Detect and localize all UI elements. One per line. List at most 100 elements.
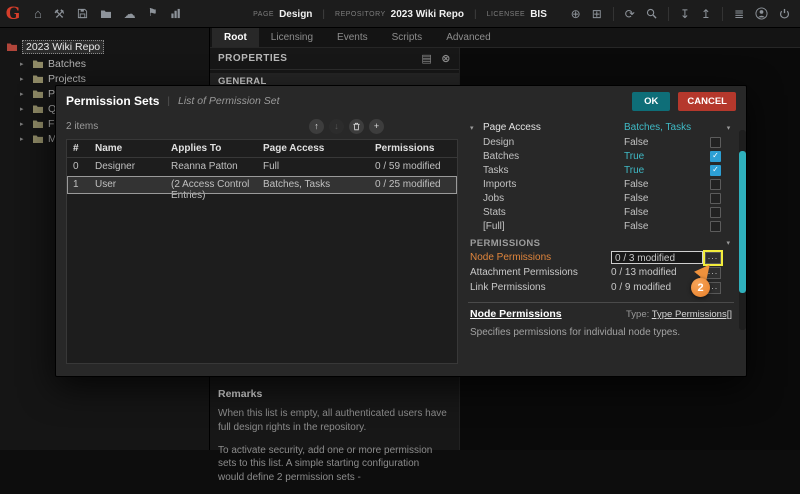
chevron-down-icon[interactable]: ▾ — [721, 239, 736, 247]
row-value: False — [624, 221, 710, 232]
batches-checkbox[interactable]: ✓ — [710, 151, 721, 162]
expand-icon[interactable]: ▸ — [20, 105, 28, 113]
expand-icon[interactable]: ▸ — [20, 90, 28, 98]
page-access-row-design[interactable]: Design False — [466, 135, 736, 149]
design-checkbox[interactable] — [710, 137, 721, 148]
expand-icon[interactable]: ▸ — [20, 60, 28, 68]
move-up-button[interactable]: ↑ — [309, 119, 324, 134]
permission-detail-panel: ▾ Page Access Batches, Tasks ▾ Design Fa… — [466, 120, 736, 364]
row-label: Attachment Permissions — [470, 267, 611, 278]
refresh-icon[interactable]: ⟳ — [625, 8, 635, 20]
page-access-row-jobs[interactable]: Jobs False — [466, 191, 736, 205]
close-properties-icon[interactable]: ⊗ — [441, 52, 451, 65]
permissions-section-header[interactable]: PERMISSIONS ▾ — [466, 236, 736, 250]
row-value: 0 / 13 modified — [611, 266, 705, 279]
top-bar: G ⌂ ⚒ ☁ ⚑ PAGE Design | REPOSITORY 2023 … — [0, 0, 800, 28]
collapse-icon[interactable]: ▾ — [470, 124, 483, 132]
row-label: Batches — [483, 151, 624, 162]
group-label: Page Access — [483, 122, 624, 133]
licensee-value[interactable]: BIS — [530, 9, 547, 20]
row-value: False — [624, 137, 710, 148]
page-access-row-stats[interactable]: Stats False — [466, 205, 736, 219]
chart-icon[interactable] — [170, 8, 181, 19]
row-value: False — [624, 179, 710, 190]
sidebar-item-projects[interactable]: ▸ Projects — [0, 71, 209, 86]
cell-applies-to: (2 Access Control Entries) — [171, 179, 263, 201]
tasks-checkbox[interactable]: ✓ — [710, 165, 721, 176]
row-label: Stats — [483, 207, 624, 218]
tab-scripts[interactable]: Scripts — [380, 28, 435, 47]
folder-icon[interactable] — [100, 9, 112, 19]
divider: | — [322, 9, 325, 20]
page-access-row-batches[interactable]: Batches True ✓ — [466, 149, 736, 163]
table-row-designer[interactable]: 0 Designer Reanna Patton Full 0 / 59 mod… — [67, 158, 457, 176]
folder-icon — [32, 89, 44, 99]
save-properties-icon[interactable]: ▤ — [421, 52, 432, 65]
type-permissions-link[interactable]: Type Permissions[] — [652, 309, 732, 320]
delete-button[interactable] — [349, 119, 364, 134]
chevron-down-icon[interactable]: ▾ — [721, 124, 736, 132]
jobs-checkbox[interactable] — [710, 193, 721, 204]
row-value: True — [624, 151, 710, 162]
user-icon[interactable] — [755, 7, 768, 20]
cell-permissions: 0 / 59 modified — [375, 161, 451, 173]
apps-grid-icon[interactable]: ⊞ — [592, 8, 602, 20]
page-access-row-tasks[interactable]: Tasks True ✓ — [466, 163, 736, 177]
power-icon[interactable] — [779, 8, 790, 20]
tab-licensing[interactable]: Licensing — [259, 28, 325, 47]
row-value: True — [624, 165, 710, 176]
table-row-user[interactable]: 1 User (2 Access Control Entries) Batche… — [67, 176, 457, 194]
app-logo[interactable]: G — [0, 1, 26, 27]
list-toolbar-row: 2 items ↑ ↓ + — [66, 118, 458, 135]
save-icon[interactable] — [77, 8, 88, 19]
dialog-header: Permission Sets | List of Permission Set… — [56, 86, 746, 116]
group-value: Batches, Tasks — [624, 122, 721, 133]
page-access-row-full[interactable]: [Full] False — [466, 219, 736, 233]
upload-icon[interactable]: ↥ — [701, 8, 711, 20]
flag-icon[interactable]: ⚑ — [148, 8, 158, 19]
sidebar-item-batches[interactable]: ▸ Batches — [0, 56, 209, 71]
attachment-permissions-ellipsis-button[interactable]: ... — [705, 267, 721, 279]
type-label: Type: Type Permissions[] — [626, 309, 732, 320]
imports-checkbox[interactable] — [710, 179, 721, 190]
licensee-label: LICENSEE — [487, 11, 526, 18]
page-value[interactable]: Design — [279, 9, 312, 20]
node-permissions-ellipsis-button[interactable]: ... — [705, 252, 721, 264]
list-toolbar: ↑ ↓ + — [309, 119, 384, 134]
permission-row-attachment[interactable]: Attachment Permissions 0 / 13 modified .… — [466, 265, 736, 280]
tools-icon[interactable]: ⚒ — [54, 8, 65, 20]
tab-events[interactable]: Events — [325, 28, 380, 47]
add-item-button[interactable]: + — [369, 119, 384, 134]
home-icon[interactable]: ⌂ — [34, 7, 42, 20]
layers-icon[interactable]: ≣ — [734, 8, 744, 20]
stats-checkbox[interactable] — [710, 207, 721, 218]
dialog-title: Permission Sets — [66, 94, 159, 108]
download-icon[interactable]: ↧ — [680, 8, 690, 20]
detail-scrollbar[interactable] — [739, 130, 746, 330]
tab-advanced[interactable]: Advanced — [434, 28, 502, 47]
expand-icon[interactable]: ▸ — [20, 120, 28, 128]
expand-icon[interactable]: ▸ — [20, 75, 28, 83]
cancel-button[interactable]: CANCEL — [678, 92, 736, 111]
page-label: PAGE — [253, 11, 274, 18]
tab-root[interactable]: Root — [212, 28, 259, 47]
expand-icon[interactable]: ▸ — [20, 135, 28, 143]
divider: | — [167, 96, 170, 107]
folder-icon — [32, 104, 44, 114]
move-down-button[interactable]: ↓ — [329, 119, 344, 134]
add-icon[interactable]: ⊕ — [571, 8, 581, 20]
cloud-upload-icon[interactable]: ☁ — [124, 8, 136, 20]
permission-row-node[interactable]: Node Permissions 0 / 3 modified ... — [466, 250, 736, 265]
page-access-row-imports[interactable]: Imports False — [466, 177, 736, 191]
properties-toolbar: ▤ ⊗ — [421, 52, 451, 65]
description-header: Node Permissions Type: Type Permissions[… — [466, 308, 736, 320]
search-icon[interactable] — [646, 8, 657, 19]
repository-value[interactable]: 2023 Wiki Repo — [391, 9, 464, 20]
scrollbar-thumb[interactable] — [739, 151, 746, 293]
topbar-context: PAGE Design | REPOSITORY 2023 Wiki Repo … — [253, 0, 547, 28]
tree-root-node[interactable]: 2023 Wiki Repo — [0, 38, 209, 56]
ok-button[interactable]: OK — [632, 92, 670, 111]
column-header-name: Name — [95, 143, 171, 154]
page-access-group-header[interactable]: ▾ Page Access Batches, Tasks ▾ — [466, 120, 736, 135]
full-checkbox[interactable] — [710, 221, 721, 232]
